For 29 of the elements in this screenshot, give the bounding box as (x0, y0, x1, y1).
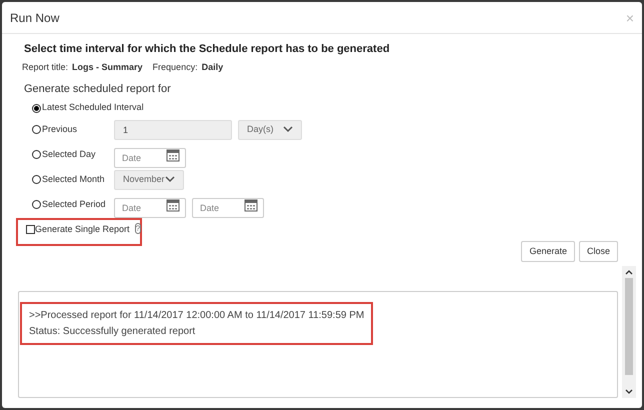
dialog-heading: Select time interval for which the Schedule report has to be generated (24, 42, 391, 57)
help-icon[interactable]: ? (134, 223, 142, 234)
field-label: Report title: (22, 61, 68, 74)
window-title: Run Now (10, 10, 60, 26)
radio-option[interactable]: Selected Day (32, 148, 112, 162)
calendar-icon[interactable] (166, 148, 180, 162)
scroll-down-icon[interactable] (625, 389, 633, 395)
calendar-icon[interactable] (244, 198, 258, 212)
field-value: Daily (202, 61, 224, 74)
dropdown[interactable]: Day(s) (238, 120, 302, 140)
section-label: Generate scheduled report for (24, 82, 172, 97)
single-report-checkbox[interactable]: Generate Single Report (26, 223, 130, 236)
radio-option[interactable]: Selected Month (32, 172, 112, 186)
radio-option[interactable]: Latest Scheduled Interval (32, 101, 144, 115)
dialog-button[interactable]: Close (578, 241, 618, 262)
scroll-up-icon[interactable] (625, 269, 633, 275)
scrollbar[interactable] (622, 266, 636, 398)
log-line: Status: Successfully generated report (29, 324, 196, 338)
chevron-down-icon (283, 126, 293, 133)
dropdown[interactable]: November (114, 170, 184, 190)
field-value: Logs - Summary (72, 61, 143, 74)
scrollbar-thumb[interactable] (625, 278, 633, 375)
dialog-button[interactable]: Generate (521, 241, 575, 262)
calendar-icon[interactable] (166, 198, 180, 212)
log-line: >>Processed report for 11/14/2017 12:00:00 AM to 11/14/2017 11:59:59 PM (29, 308, 364, 322)
radio-option[interactable]: Selected Period (32, 198, 112, 212)
chevron-down-icon (165, 176, 175, 183)
field-label: Frequency: (152, 61, 198, 74)
radio-option[interactable]: Previous (32, 122, 112, 136)
